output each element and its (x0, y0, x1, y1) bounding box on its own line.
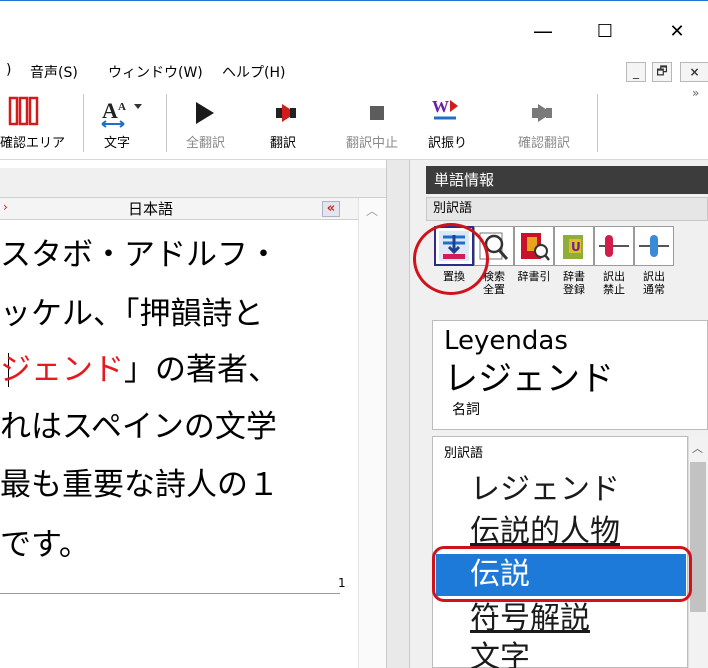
confirm-translation-label: 確認翻訳 (518, 136, 571, 151)
document-line[interactable]: です。 (0, 526, 90, 565)
page-break-line (0, 593, 340, 594)
translation-normal-button[interactable] (634, 226, 674, 266)
translate-label: 翻訳 (270, 136, 297, 151)
confirm-area-button[interactable] (4, 96, 48, 130)
confirm-translation-icon (532, 104, 552, 122)
maximize-button[interactable]: ☐ (582, 14, 628, 48)
document-line[interactable]: 」の著者、 (124, 351, 279, 390)
mdi-close-button[interactable]: × (680, 62, 708, 82)
alternatives-header: 別訳語 (444, 446, 484, 461)
svg-text:A: A (102, 98, 118, 123)
document-line[interactable]: スタボ・アドルフ・ (0, 236, 279, 275)
translation-prohibit-label: 訳出 禁止 (603, 270, 625, 296)
dictionary-lookup-icon (521, 233, 550, 261)
dictionary-register-icon: U (563, 235, 583, 259)
menu-bar (0, 56, 708, 84)
document-line[interactable]: ッケル、「押韻詩と (0, 295, 264, 334)
toolbar-overflow-button[interactable]: » (692, 86, 699, 100)
part-of-speech: 名詞 (452, 402, 480, 418)
svg-text:U: U (571, 240, 581, 254)
svg-text:W: W (432, 97, 449, 116)
current-translation: レジェンド (444, 359, 614, 399)
column-marker: › (3, 200, 8, 214)
document-line[interactable]: 最も重要な詩人の１ (0, 466, 279, 505)
font-button[interactable]: A A (98, 96, 158, 130)
interlinear-label: 訳振り (428, 136, 468, 151)
toolbar-separator (166, 94, 167, 152)
document-scrollbar[interactable] (358, 198, 386, 668)
menu-item-help[interactable]: ヘルプ(H) (222, 62, 285, 82)
play-icon (196, 102, 214, 124)
translate-button[interactable] (262, 96, 322, 130)
dictionary-register-label: 辞書 登録 (563, 270, 585, 296)
font-label: 文字 (104, 136, 131, 151)
document-line-highlighted-word[interactable]: ジェンド (0, 351, 124, 390)
alternative-item[interactable]: レジェンド (470, 470, 620, 510)
mdi-restore-button[interactable]: 🗗 (652, 62, 672, 82)
selected-callout-box (432, 546, 692, 602)
confirm-translation-button[interactable] (520, 96, 580, 130)
close-button[interactable]: ✕ (654, 14, 700, 48)
dictionary-register-button[interactable]: U (554, 226, 594, 266)
translation-normal-label: 訳出 通常 (643, 270, 665, 296)
confirm-area-icon (8, 96, 39, 126)
translation-normal-icon (639, 235, 669, 257)
interlinear-button[interactable]: W (424, 94, 484, 132)
translation-prohibit-icon (599, 235, 629, 257)
replace-callout-circle (413, 223, 489, 295)
confirm-area-label: 確認エリア (0, 136, 66, 151)
document-pane-header (0, 168, 386, 198)
stop-translation-label: 翻訳中止 (346, 136, 399, 151)
interlinear-icon: W (432, 97, 458, 120)
document-line[interactable]: れはスペインの文学 (0, 408, 277, 447)
font-icon: A A (101, 98, 142, 128)
alternatives-scroll-thumb[interactable] (690, 462, 706, 612)
translation-prohibit-button[interactable] (594, 226, 634, 266)
minimize-button[interactable]: — (520, 14, 566, 48)
translate-icon (276, 104, 296, 122)
alternative-item[interactable]: 符号解説 (470, 599, 590, 639)
translate-all-button[interactable] (180, 96, 240, 130)
dictionary-lookup-button[interactable] (514, 226, 554, 266)
pane-splitter[interactable] (386, 160, 410, 668)
alt-translation-tab[interactable]: 別訳語 (426, 197, 708, 221)
scroll-up-arrow-icon[interactable]: ︿ (366, 202, 378, 219)
translate-all-label: 全翻訳 (186, 136, 226, 151)
source-word: Leyendas (444, 326, 568, 356)
svg-text:A: A (118, 101, 126, 113)
column-title-japanese: 日本語 (128, 200, 174, 218)
menu-item-voice[interactable]: 音声(S) (30, 62, 78, 82)
collapse-column-button[interactable]: « (322, 201, 340, 217)
menu-item-partial[interactable]: ) (6, 62, 11, 78)
dictionary-lookup-label: 辞書引 (517, 270, 551, 283)
page-number: 1 (338, 576, 346, 590)
toolbar-separator (597, 94, 598, 152)
toolbar-separator (83, 94, 84, 152)
menu-item-window[interactable]: ウィンドウ(W) (108, 62, 203, 82)
mdi-minimize-button[interactable]: _ (626, 62, 646, 82)
stop-translation-button[interactable] (348, 96, 408, 130)
stop-icon (370, 106, 384, 120)
document-column-header (0, 198, 358, 220)
scroll-up-arrow-icon[interactable]: ︿ (692, 440, 703, 456)
word-info-title: 単語情報 (426, 166, 708, 194)
alternative-item[interactable]: 文字 (470, 638, 530, 668)
